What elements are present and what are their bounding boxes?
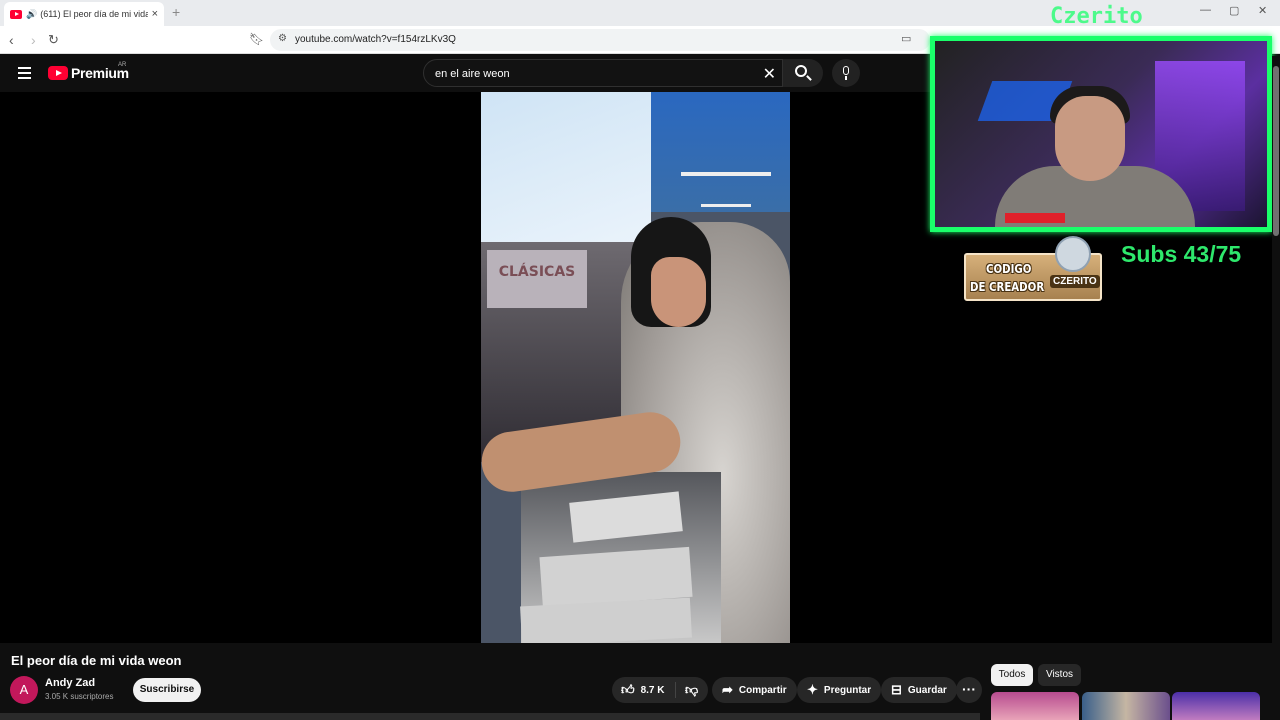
video-title: El peor día de mi vida weon [11, 653, 182, 668]
speaker-icon[interactable]: 🔊 [26, 9, 37, 20]
country-code: AR [118, 62, 127, 68]
cast-icon[interactable]: ▭ [901, 32, 911, 45]
microphone-icon [843, 66, 849, 75]
search-value: en el aire weon [435, 68, 510, 80]
minimize-icon[interactable]: — [1200, 4, 1211, 16]
mascot-icon [1055, 236, 1091, 272]
search-input[interactable]: en el aire weon ✕ [423, 59, 783, 87]
creator-code-line2: DE CREADOR [970, 280, 1045, 294]
like-dislike-group: 👍︎ 8.7 K 👎︎ [612, 677, 708, 703]
creator-code-line1: CODIGO [986, 262, 1032, 276]
thumbs-down-icon: 👎︎ [685, 682, 699, 697]
more-actions-button[interactable]: ··· [956, 677, 982, 703]
channel-avatar[interactable]: A [10, 676, 38, 704]
store-sign: CLÁSICAS [487, 250, 587, 308]
url-text: youtube.com/watch?v=f154rzLKv3Q [295, 34, 456, 45]
bookmark-icon[interactable]: 🔖︎ [249, 32, 264, 46]
related-video-thumbnail[interactable] [1082, 692, 1170, 720]
save-label: Guardar [907, 684, 947, 696]
subs-goal: Subs 43/75 [1121, 241, 1242, 267]
horizontal-scrollbar[interactable] [0, 713, 980, 720]
share-label: Compartir [738, 684, 787, 696]
ask-button[interactable]: ✦ Preguntar [797, 677, 882, 703]
subscriber-count: 3.05 K suscriptores [45, 692, 114, 701]
like-button[interactable]: 👍︎ 8.7 K [612, 682, 676, 698]
save-button[interactable]: ⊟ Guardar [881, 677, 957, 703]
dislike-button[interactable]: 👎︎ [676, 682, 698, 698]
voice-search-button[interactable] [832, 59, 860, 87]
share-button[interactable]: ➦ Compartir [712, 677, 797, 703]
sparkle-icon: ✦ [807, 682, 818, 697]
reload-icon[interactable]: ↻ [48, 32, 59, 48]
chip-vistos[interactable]: Vistos [1038, 664, 1081, 686]
scrollbar-thumb[interactable] [1273, 66, 1279, 236]
creator-code-tag: CZERITO [1050, 275, 1100, 288]
video-frame[interactable]: CLÁSICAS [481, 92, 790, 643]
like-count: 8.7 K [640, 684, 665, 696]
search-button[interactable] [783, 59, 823, 87]
webcam-overlay [930, 36, 1272, 232]
subscribe-button[interactable]: Suscribirse [133, 678, 201, 702]
search-icon [795, 65, 807, 77]
chip-todos[interactable]: Todos [991, 664, 1033, 686]
youtube-play-icon [48, 66, 68, 80]
related-video-thumbnail[interactable] [1172, 692, 1260, 720]
youtube-logo[interactable]: Premium AR [48, 62, 129, 81]
site-info-icon[interactable]: ⚙︎ [278, 33, 287, 44]
related-video-thumbnail[interactable] [991, 692, 1079, 720]
youtube-favicon-icon [10, 9, 22, 19]
share-icon: ➦ [722, 682, 733, 697]
new-tab-button[interactable]: + [172, 4, 180, 20]
clear-search-icon[interactable]: ✕ [763, 64, 776, 84]
streamer-name: Czerito [1050, 4, 1143, 29]
window-close-icon[interactable]: ✕ [1258, 4, 1267, 17]
browser-tab[interactable]: 🔊 (611) El peor día de mi vida w × [4, 2, 164, 26]
ask-label: Preguntar [823, 684, 872, 696]
tab-close-icon[interactable]: × [152, 8, 158, 20]
url-field[interactable]: ⚙︎ youtube.com/watch?v=f154rzLKv3Q [270, 29, 930, 51]
tab-title: (611) El peor día de mi vida w [40, 9, 148, 19]
forward-icon[interactable]: › [31, 32, 36, 48]
page-scrollbar[interactable] [1272, 56, 1280, 720]
thumbs-up-icon: 👍︎ [621, 682, 635, 697]
menu-icon[interactable] [18, 67, 31, 82]
restore-icon[interactable]: ▢ [1229, 4, 1239, 17]
save-icon: ⊟ [891, 682, 902, 697]
back-icon[interactable]: ‹ [9, 32, 14, 48]
channel-name[interactable]: Andy Zad [45, 677, 95, 689]
